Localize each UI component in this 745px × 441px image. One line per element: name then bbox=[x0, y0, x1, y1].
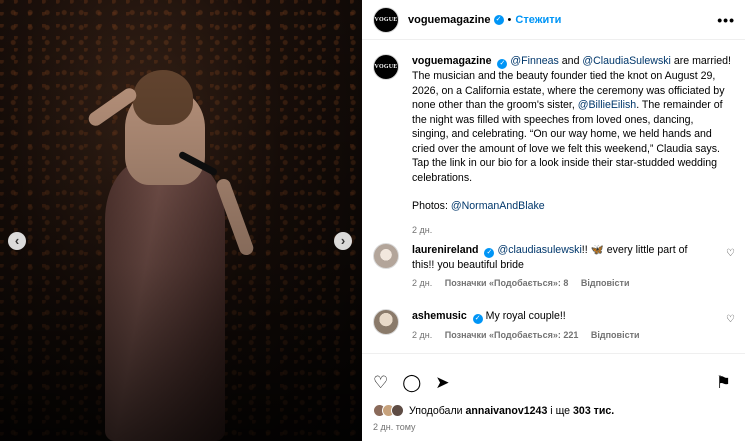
caption-avatar[interactable]: VOGUE bbox=[373, 54, 399, 80]
likes-user[interactable]: annaivanov1243 bbox=[465, 405, 547, 417]
caption-body: . The remainder of the night was filled … bbox=[412, 99, 723, 184]
caption-text: voguemagazine ✓ @Finneas and @ClaudiaSul… bbox=[412, 54, 732, 237]
comment-icon[interactable]: ◯ bbox=[402, 374, 421, 392]
author-avatar[interactable]: VOGUE bbox=[373, 6, 399, 33]
verified-icon: ✓ bbox=[497, 59, 508, 69]
bookmark-icon[interactable]: ⚑ bbox=[716, 374, 731, 392]
commenter-avatar[interactable] bbox=[373, 243, 399, 269]
verified-icon: ✓ bbox=[493, 14, 504, 25]
comment-text: ashemusic ✓ My royal couple!! bbox=[412, 309, 712, 324]
comment-meta: 2 дн. Позначки «Подобається»: 221 Відпов… bbox=[412, 330, 735, 340]
comments-scroll-area[interactable]: VOGUE voguemagazine ✓ @Finneas and @Clau… bbox=[362, 41, 745, 353]
more-options-icon[interactable]: ••• bbox=[717, 12, 735, 28]
photo-credit: Photos: @NormanAndBlake bbox=[412, 199, 732, 214]
photos-label: Photos: bbox=[412, 200, 451, 212]
comment-likes[interactable]: Позначки «Подобається»: 221 bbox=[445, 330, 579, 340]
post-side-panel: VOGUE voguemagazine ✓ • Стежити ••• VOGU… bbox=[362, 0, 745, 441]
commenter-username[interactable]: ashemusic bbox=[412, 310, 467, 322]
mention-link[interactable]: @BillieEilish bbox=[578, 99, 636, 111]
media-shade bbox=[0, 0, 362, 441]
likes-summary[interactable]: Уподобали annaivanov1243 і ще 303 тис. bbox=[373, 404, 614, 417]
mention-link[interactable]: @claudiasulewski bbox=[497, 244, 581, 256]
reply-button[interactable]: Відповісти bbox=[581, 278, 630, 288]
liker-avatar bbox=[391, 404, 404, 417]
mention-link[interactable]: @Finneas bbox=[510, 55, 558, 67]
post-caption: VOGUE voguemagazine ✓ @Finneas and @Clau… bbox=[373, 54, 735, 237]
post-media[interactable]: ‹ › bbox=[0, 0, 362, 441]
comment-likes[interactable]: Позначки «Подобається»: 8 bbox=[445, 278, 569, 288]
carousel-prev-button[interactable]: ‹ bbox=[8, 232, 26, 250]
comment-item: laurenireland ✓ @claudiasulewski!! 🦋 eve… bbox=[373, 243, 735, 288]
heart-icon[interactable]: ♡ bbox=[373, 374, 388, 392]
comment-time: 2 дн. bbox=[412, 330, 433, 340]
carousel-next-button[interactable]: › bbox=[334, 232, 352, 250]
verified-icon: ✓ bbox=[472, 314, 483, 324]
separator-dot: • bbox=[507, 13, 512, 26]
action-icons: ♡ ◯ ➤ bbox=[373, 374, 450, 392]
mention-link[interactable]: @NormanAndBlake bbox=[451, 200, 545, 212]
follow-button[interactable]: Стежити bbox=[515, 14, 561, 26]
verified-icon: ✓ bbox=[484, 248, 495, 258]
post-time: 2 дн. тому bbox=[373, 422, 416, 432]
comment-like-icon[interactable]: ♡ bbox=[726, 248, 735, 259]
likes-count[interactable]: 303 тис. bbox=[573, 405, 614, 417]
likes-text: Уподобали annaivanov1243 і ще 303 тис. bbox=[409, 405, 614, 417]
likes-prefix: Уподобали bbox=[409, 404, 466, 417]
commenter-avatar[interactable] bbox=[373, 309, 399, 335]
reply-button[interactable]: Відповісти bbox=[591, 330, 640, 340]
share-icon[interactable]: ➤ bbox=[435, 374, 449, 392]
caption-time: 2 дн. bbox=[412, 224, 433, 235]
author-username[interactable]: voguemagazine bbox=[408, 14, 491, 26]
comment-like-icon[interactable]: ♡ bbox=[726, 314, 735, 325]
comment-meta: 2 дн. Позначки «Подобається»: 8 Відповіс… bbox=[412, 278, 735, 288]
post-header: VOGUE voguemagazine ✓ • Стежити ••• bbox=[362, 0, 745, 40]
comment-text: laurenireland ✓ @claudiasulewski!! 🦋 eve… bbox=[412, 243, 712, 272]
comment-item: ashemusic ✓ My royal couple!! 2 дн. Позн… bbox=[373, 309, 735, 340]
likes-suffix: і ще bbox=[547, 404, 574, 417]
caption-and: and bbox=[558, 55, 583, 67]
comment-body: My royal couple!! bbox=[485, 310, 566, 322]
comment-time: 2 дн. bbox=[412, 278, 433, 288]
commenter-username[interactable]: laurenireland bbox=[412, 244, 479, 256]
mention-link[interactable]: @ClaudiaSulewski bbox=[582, 55, 670, 67]
action-bar: ♡ ◯ ➤ ⚑ Уподобали annaivanov1243 і ще 30… bbox=[362, 353, 745, 441]
caption-username[interactable]: voguemagazine bbox=[412, 55, 491, 67]
